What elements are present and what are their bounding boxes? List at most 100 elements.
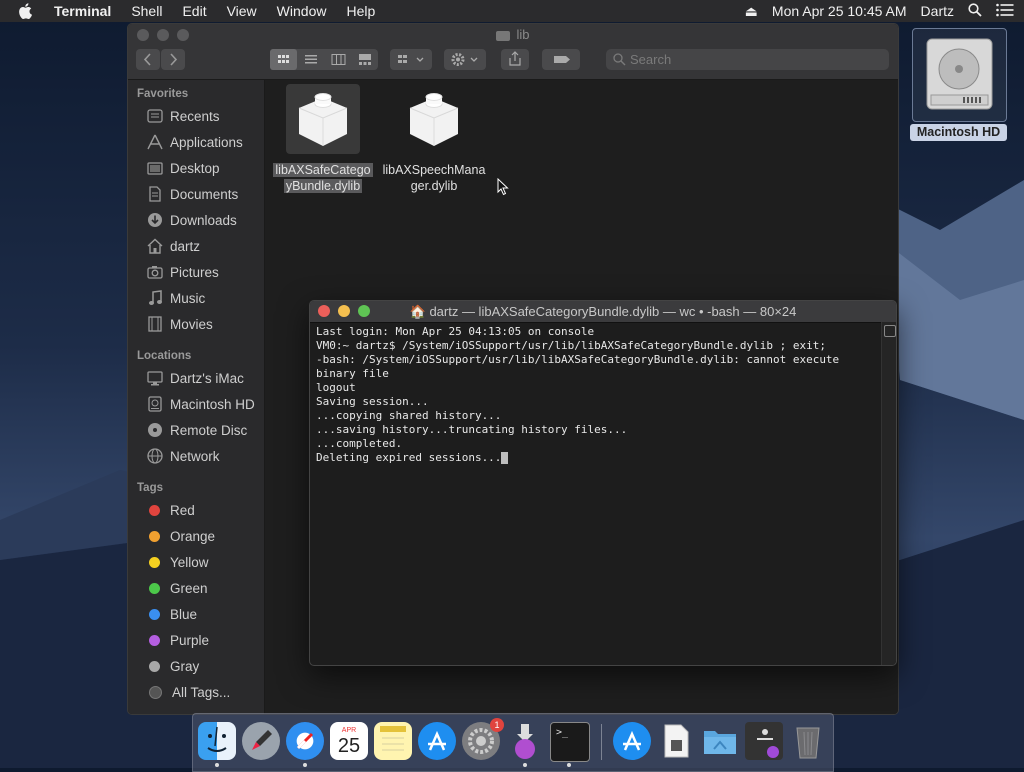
apple-menu-icon[interactable] — [18, 3, 40, 19]
sidebar-item-network[interactable]: Network — [146, 445, 220, 467]
hard-drive-icon — [146, 396, 164, 412]
downloads-icon — [146, 212, 164, 228]
finder-icon[interactable] — [198, 722, 236, 760]
sidebar-item-desktop[interactable]: Desktop — [146, 157, 220, 179]
terminal-line: -bash: /System/iOSSupport/usr/lib/libAXS… — [316, 353, 840, 366]
sidebar-item-pictures[interactable]: Pictures — [146, 261, 219, 283]
sidebar-tag-green[interactable]: Green — [146, 577, 208, 599]
eject-icon[interactable]: ⏏ — [745, 3, 758, 20]
desktop-hd-icon[interactable] — [912, 28, 1007, 122]
sidebar-item-home[interactable]: dartz — [146, 235, 200, 257]
tag-color-dot — [149, 582, 160, 594]
sidebar-item-recents[interactable]: Recents — [146, 105, 220, 127]
sidebar-tag-blue[interactable]: Blue — [146, 603, 197, 625]
terminal-line: VM0:~ dartz$ /System/iOSSupport/usr/lib/… — [316, 339, 826, 352]
terminal-line: ...saving history...truncating history f… — [316, 423, 628, 436]
sidebar-item-applications[interactable]: Applications — [146, 131, 243, 153]
menu-edit[interactable]: Edit — [182, 3, 206, 19]
home-icon — [146, 238, 164, 254]
imac-icon — [146, 370, 164, 386]
terminal-window: 🏠 dartz — libAXSafeCategoryBundle.dylib … — [309, 300, 897, 666]
sidebar-tag-yellow[interactable]: Yellow — [146, 551, 209, 573]
terminal-line: logout — [316, 381, 356, 394]
terminal-line: ...completed. — [316, 437, 403, 450]
network-icon — [146, 448, 164, 464]
mouse-cursor-icon — [497, 178, 509, 196]
tag-button[interactable] — [542, 49, 580, 70]
menu-help[interactable]: Help — [346, 3, 375, 19]
document-icon[interactable] — [657, 722, 695, 760]
sidebar-item-movies[interactable]: Movies — [146, 313, 213, 335]
menu-user[interactable]: Dartz — [921, 3, 954, 19]
back-button[interactable] — [136, 49, 160, 70]
terminal-line: Deleting expired sessions... — [316, 451, 502, 464]
menu-shell[interactable]: Shell — [131, 3, 162, 19]
terminal-titlebar: 🏠 dartz — libAXSafeCategoryBundle.dylib … — [310, 301, 896, 323]
utility-icon[interactable] — [745, 722, 783, 760]
documents-icon — [146, 186, 164, 202]
terminal-output[interactable]: Last login: Mon Apr 25 04:13:05 on conso… — [316, 325, 876, 661]
search-placeholder: Search — [630, 52, 672, 67]
movies-icon — [146, 316, 164, 332]
app-store-download-icon[interactable] — [613, 722, 651, 760]
notes-icon[interactable] — [374, 722, 412, 760]
file-item[interactable]: libAXSpeechMana ger.dylib — [381, 84, 487, 194]
menu-view[interactable]: View — [227, 3, 257, 19]
applications-icon — [146, 134, 164, 150]
calendar-icon[interactable]: APR 25 — [330, 722, 368, 760]
sidebar-tag-purple[interactable]: Purple — [146, 629, 209, 651]
safari-icon[interactable] — [286, 722, 324, 760]
launchpad-icon[interactable] — [242, 722, 280, 760]
tag-color-dot — [149, 556, 160, 568]
sidebar-item-downloads[interactable]: Downloads — [146, 209, 237, 231]
sidebar-tag-red[interactable]: Red — [146, 499, 195, 521]
dock-separator — [601, 724, 602, 760]
favorites-header: Favorites — [137, 88, 189, 100]
lego-brick-icon — [286, 84, 360, 154]
terminal-line: Last login: Mon Apr 25 04:13:05 on conso… — [316, 325, 595, 338]
sidebar-tag-gray[interactable]: Gray — [146, 655, 199, 677]
finder-toolbar: lib Search — [128, 24, 898, 80]
sidebar-item-music[interactable]: Music — [146, 287, 205, 309]
sidebar-item-remote-disc[interactable]: Remote Disc — [146, 419, 247, 441]
scroll-split-icon[interactable] — [884, 325, 896, 337]
menu-window[interactable]: Window — [277, 3, 327, 19]
sidebar-item-macintosh-hd[interactable]: Macintosh HD — [146, 393, 255, 415]
folder-icon[interactable] — [701, 722, 739, 760]
menu-bar: Terminal Shell Edit View Window Help ⏏ M… — [0, 0, 1024, 22]
share-button[interactable] — [501, 49, 529, 70]
desktop-hd-label[interactable]: Macintosh HD — [910, 124, 1007, 141]
sidebar-tag-orange[interactable]: Orange — [146, 525, 215, 547]
terminal-icon[interactable]: >_ — [550, 722, 590, 762]
menu-app-name[interactable]: Terminal — [54, 3, 111, 19]
sidebar-all-tags[interactable]: All Tags... — [146, 681, 230, 703]
sidebar-item-imac[interactable]: Dartz's iMac — [146, 367, 244, 389]
terminal-scrollbar[interactable] — [881, 322, 896, 665]
sidebar-item-documents[interactable]: Documents — [146, 183, 238, 205]
forward-button[interactable] — [161, 49, 185, 70]
terminal-line: Saving session... — [316, 395, 429, 408]
file-name: libAXSpeechMana ger.dylib — [382, 163, 486, 193]
terminal-title: 🏠 dartz — libAXSafeCategoryBundle.dylib … — [409, 304, 797, 319]
installer-icon[interactable] — [506, 722, 544, 760]
pictures-icon — [146, 264, 164, 280]
system-preferences-icon[interactable]: 1 — [462, 718, 504, 760]
notification-center-icon[interactable] — [996, 3, 1014, 20]
tag-color-dot — [149, 504, 160, 516]
action-gear-button[interactable] — [444, 49, 486, 70]
trash-icon[interactable] — [789, 722, 827, 760]
folder-icon — [496, 30, 511, 41]
terminal-line: ...copying shared history... — [316, 409, 502, 422]
disc-icon — [146, 422, 164, 438]
menu-clock[interactable]: Mon Apr 25 10:45 AM — [772, 3, 907, 19]
music-icon — [146, 290, 164, 306]
app-store-icon[interactable] — [418, 722, 456, 760]
group-by-button[interactable] — [390, 49, 432, 70]
search-field[interactable]: Search — [606, 49, 889, 70]
tag-color-dot — [149, 634, 160, 646]
spotlight-search-icon[interactable] — [968, 2, 982, 20]
lego-brick-icon — [397, 84, 471, 154]
tag-color-dot — [149, 608, 160, 620]
file-item[interactable]: libAXSafeCatego yBundle.dylib — [271, 84, 375, 194]
home-folder-icon: 🏠 — [409, 304, 426, 319]
